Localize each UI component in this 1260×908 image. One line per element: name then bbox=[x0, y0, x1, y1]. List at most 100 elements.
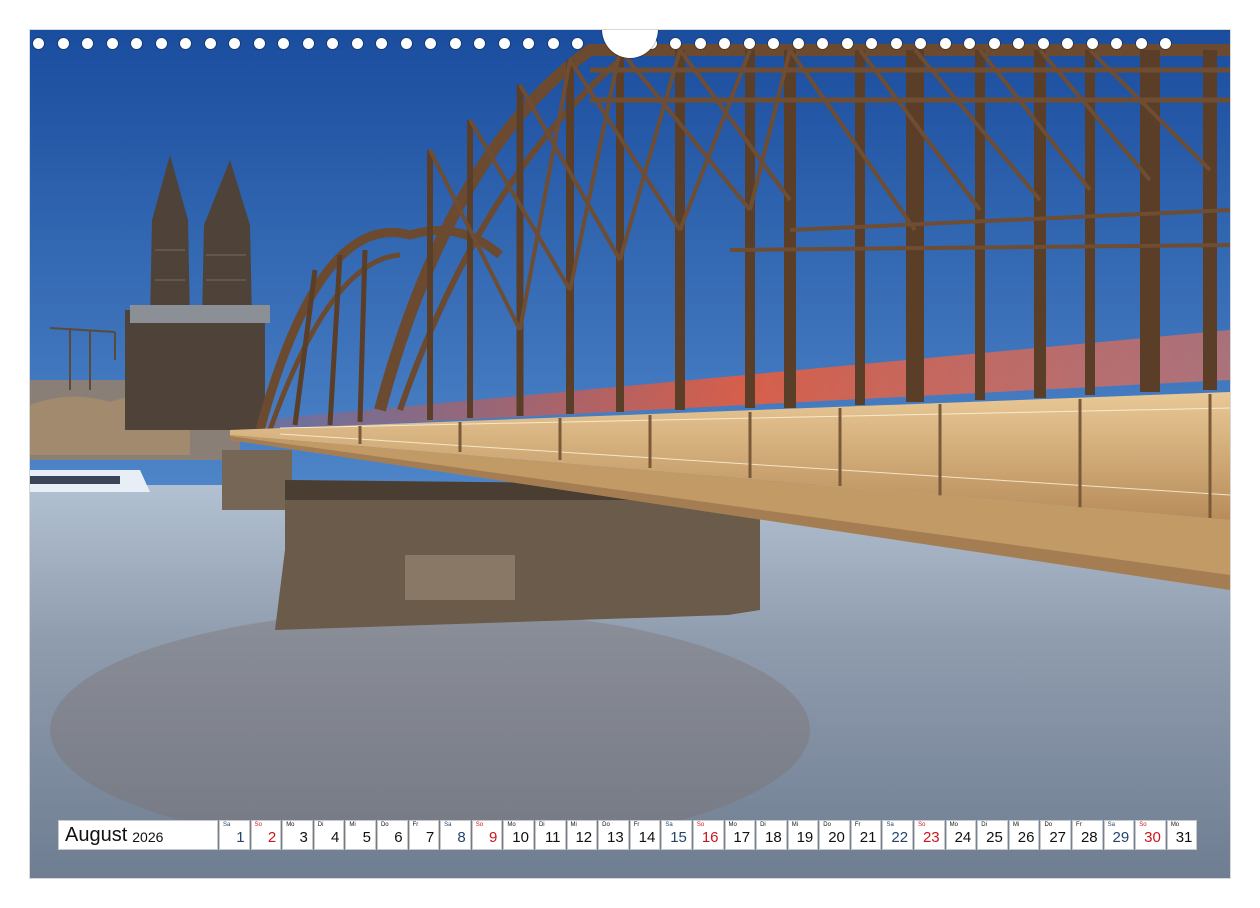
weekday-label: So bbox=[475, 822, 484, 828]
weekday-label: Mi bbox=[1012, 822, 1020, 828]
day-cell: Mi 12 bbox=[566, 820, 598, 850]
bridge-photo bbox=[30, 30, 1230, 878]
day-number: 2 bbox=[267, 829, 277, 846]
day-number: 30 bbox=[1144, 829, 1161, 846]
day-cell: Mi 5 bbox=[345, 820, 376, 850]
weekday-label: Sa bbox=[223, 822, 231, 828]
day-cell: Mi 26 bbox=[1008, 820, 1040, 850]
day-cell: Di 4 bbox=[313, 820, 345, 850]
day-cell: So 2 bbox=[250, 820, 282, 850]
binding-hole bbox=[253, 38, 265, 49]
binding-hole bbox=[180, 38, 191, 49]
day-cell: So 16 bbox=[692, 820, 724, 850]
day-cell: Do 27 bbox=[1040, 820, 1072, 850]
weekday-label: Di bbox=[981, 822, 987, 828]
day-cell: Mi 19 bbox=[787, 820, 819, 850]
day-number: 1 bbox=[236, 829, 245, 846]
binding-hole bbox=[425, 38, 436, 49]
binding-hole bbox=[1135, 38, 1147, 49]
day-cell: Sa 29 bbox=[1103, 820, 1135, 850]
day-cell: Do 13 bbox=[598, 820, 629, 850]
day-cell: Mo 24 bbox=[945, 820, 977, 850]
day-cell: Mo 31 bbox=[1166, 820, 1198, 850]
weekday-label: Di bbox=[317, 822, 324, 828]
day-cell: So 9 bbox=[471, 820, 503, 850]
weekday-label: Mi bbox=[791, 822, 799, 828]
weekday-label: Sa bbox=[1107, 822, 1115, 828]
day-number: 14 bbox=[638, 829, 656, 846]
binding-hole bbox=[694, 38, 706, 49]
binding-hole bbox=[1086, 38, 1098, 49]
day-number: 9 bbox=[489, 829, 498, 846]
weekday-label: So bbox=[1139, 822, 1147, 828]
weekday-label: Do bbox=[823, 822, 831, 828]
weekday-label: Mo bbox=[1170, 822, 1180, 828]
binding-hole bbox=[523, 38, 534, 49]
binding-hole bbox=[572, 38, 583, 49]
day-number: 18 bbox=[765, 829, 782, 846]
day-number: 19 bbox=[796, 829, 814, 846]
weekday-label: Do bbox=[380, 822, 389, 828]
binding-hole bbox=[547, 38, 559, 49]
binding-hole bbox=[106, 38, 118, 49]
day-cell: Fr 28 bbox=[1072, 820, 1103, 850]
weekday-label: Mo bbox=[286, 822, 295, 828]
day-cell: Di 18 bbox=[756, 820, 787, 850]
day-number: 11 bbox=[544, 829, 561, 846]
day-number: 4 bbox=[331, 829, 340, 846]
day-number: 5 bbox=[362, 829, 371, 846]
weekday-label: So bbox=[696, 822, 705, 828]
day-number: 8 bbox=[457, 829, 466, 846]
weekday-label: Fr bbox=[854, 822, 861, 828]
day-cell: Sa 8 bbox=[440, 820, 471, 850]
day-number: 24 bbox=[954, 829, 972, 846]
binding-hole bbox=[204, 38, 216, 49]
binding-hole bbox=[33, 38, 44, 49]
weekday-label: Sa bbox=[444, 822, 452, 828]
day-number: 6 bbox=[394, 829, 403, 846]
binding-hole bbox=[498, 38, 510, 49]
weekday-label: Fr bbox=[1076, 822, 1082, 828]
day-number: 28 bbox=[1080, 829, 1098, 846]
weekday-label: Do bbox=[1044, 822, 1053, 828]
day-cell: Sa 22 bbox=[882, 820, 914, 850]
binding-hole bbox=[768, 38, 779, 49]
month-name: August bbox=[65, 823, 128, 846]
day-number: 23 bbox=[922, 829, 940, 846]
weekday-label: Mo bbox=[507, 822, 516, 828]
binding-hole bbox=[890, 38, 902, 49]
binding-hole bbox=[988, 38, 1000, 49]
binding-hole bbox=[841, 38, 853, 49]
binding-hole bbox=[1160, 38, 1171, 49]
weekday-label: Fr bbox=[633, 822, 640, 828]
weekday-label: Do bbox=[602, 822, 610, 828]
day-number: 21 bbox=[859, 829, 877, 846]
day-number: 15 bbox=[670, 829, 687, 846]
day-cell: Mo 17 bbox=[724, 820, 756, 850]
weekday-label: Mi bbox=[570, 822, 577, 828]
day-cell: Mo 10 bbox=[503, 820, 534, 850]
binding-hole bbox=[939, 38, 951, 49]
binding-hole bbox=[719, 38, 730, 49]
day-cell: Sa 15 bbox=[661, 820, 692, 850]
day-cell: So 30 bbox=[1135, 820, 1166, 850]
binding-hole bbox=[449, 38, 461, 49]
binding-hole bbox=[1037, 38, 1049, 49]
weekday-label: So bbox=[254, 822, 262, 828]
binding-hole bbox=[351, 38, 363, 49]
day-number: 31 bbox=[1175, 829, 1193, 846]
calendar-strip: August 2026 Sa 1 So 2 Mo 3 Di 4 Mi 5 Do 6 Fr 7 Sa 8 So 9 M… bbox=[58, 820, 1198, 850]
binding-hole bbox=[278, 38, 289, 49]
day-cell: Fr 21 bbox=[850, 820, 882, 850]
binding-hole bbox=[964, 38, 975, 49]
year: 2026 bbox=[132, 828, 164, 845]
day-number: 22 bbox=[891, 829, 909, 846]
day-number: 12 bbox=[575, 829, 593, 846]
binding-hole bbox=[670, 38, 681, 49]
calendar-page: August 2026 Sa 1 So 2 Mo 3 Di 4 Mi 5 Do 6 Fr 7 Sa 8 So 9 M… bbox=[30, 30, 1230, 878]
binding-hole bbox=[155, 38, 167, 49]
month-label: August 2026 bbox=[58, 820, 218, 850]
day-cell: Di 11 bbox=[534, 820, 566, 850]
day-cell: Sa 1 bbox=[219, 820, 250, 850]
binding-hole bbox=[57, 38, 69, 49]
